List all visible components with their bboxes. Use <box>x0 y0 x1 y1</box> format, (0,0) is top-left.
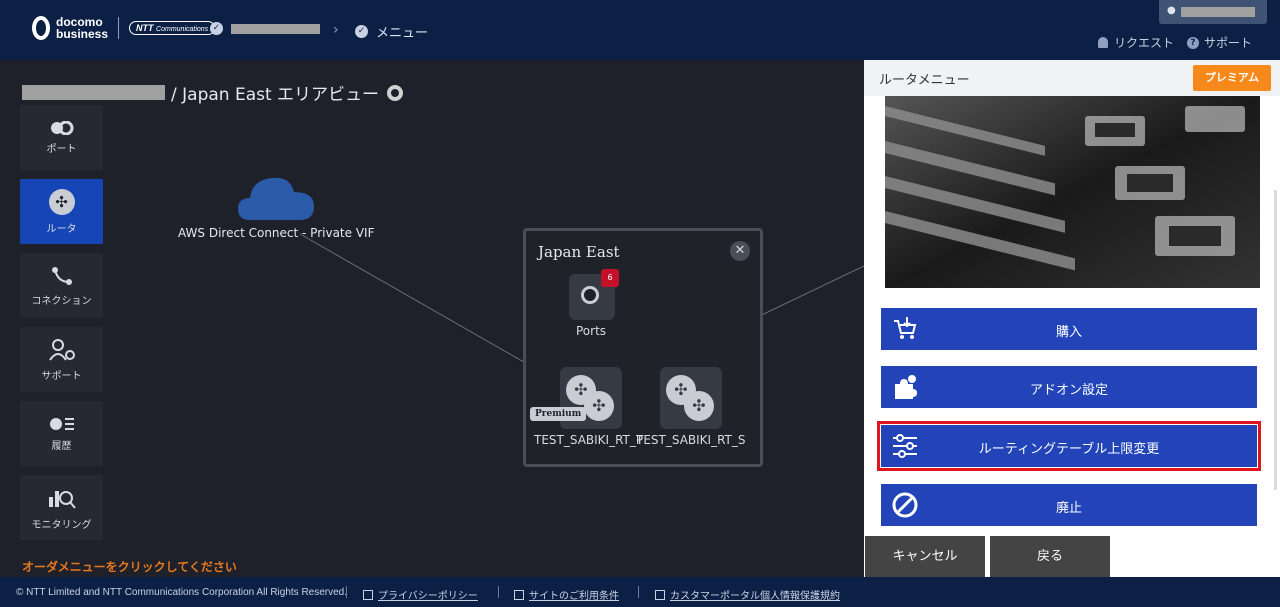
close-icon[interactable]: ✕ <box>730 241 750 261</box>
privacy-policy-link[interactable]: プライバシーポリシー <box>363 587 478 602</box>
sidebar-item-label: ポート <box>46 143 77 155</box>
terms-of-use-link[interactable]: サイトのご利用条件 <box>514 587 619 602</box>
redacted-user-name <box>1181 7 1255 17</box>
sidebar: ポート ✣ ルータ コネクション サポート 履歴 モニタリング <box>20 105 103 549</box>
port-ring-icon <box>581 286 599 304</box>
router2-label: TEST_SABIKI_RT_S <box>636 433 746 447</box>
router-menu-panel: ルータメニュー プレミアム 購入 アドオン設定 ルーティングテーブル上限変更 廃… <box>864 60 1280 577</box>
addon-settings-button[interactable]: アドオン設定 <box>881 366 1257 408</box>
sidebar-item-connection[interactable]: コネクション <box>20 253 103 318</box>
sidebar-item-label: サポート <box>41 370 82 382</box>
panel-title: ルータメニュー <box>879 73 970 88</box>
premium-tag: Premium <box>530 407 587 421</box>
help-icon: ? <box>1187 36 1199 49</box>
support-icon <box>48 338 75 361</box>
region-panel: Japan East ✕ 6 Ports ✣ ✣ Premium TEST_SA… <box>523 228 763 467</box>
router-icon: ✣ <box>684 391 714 421</box>
cloud-icon[interactable] <box>238 174 318 224</box>
routing-table-limit-button[interactable]: ルーティングテーブル上限変更 <box>877 421 1261 471</box>
footer-divider <box>638 586 639 598</box>
user-icon: ● <box>1167 5 1176 16</box>
ports-icon <box>50 120 73 135</box>
abolish-button[interactable]: 廃止 <box>881 484 1257 526</box>
purchase-button[interactable]: 購入 <box>881 308 1257 350</box>
panel-header: ルータメニュー プレミアム <box>864 60 1280 96</box>
cancel-button[interactable]: キャンセル <box>865 536 985 577</box>
panel-scrollbar[interactable] <box>1274 190 1277 490</box>
premium-button[interactable]: プレミアム <box>1193 65 1271 91</box>
request-link[interactable]: リクエスト <box>1098 34 1174 51</box>
router-icon: ✣ <box>584 391 614 421</box>
router-icon: ✣ <box>48 188 75 215</box>
connection-icon <box>51 266 72 285</box>
router1-label: TEST_SABIKI_RT_P <box>534 433 644 447</box>
back-button[interactable]: 戻る <box>990 536 1110 577</box>
footer-divider <box>498 586 499 598</box>
history-icon <box>49 417 74 430</box>
user-menu[interactable]: ● <box>1159 0 1267 24</box>
external-link-icon <box>363 589 373 600</box>
support-link[interactable]: ? サポート <box>1187 34 1252 51</box>
copyright: © NTT Limited and NTT Communications Cor… <box>16 587 348 598</box>
sidebar-item-router[interactable]: ✣ ルータ <box>20 179 103 244</box>
server-rack-image <box>885 96 1260 288</box>
router-node-secondary[interactable]: ✣ ✣ <box>660 367 722 429</box>
sidebar-item-support[interactable]: サポート <box>20 327 103 392</box>
ports-count-badge: 6 <box>601 269 619 287</box>
sidebar-item-label: コネクション <box>31 295 92 307</box>
sidebar-item-label: 履歴 <box>51 440 72 452</box>
sidebar-item-label: モニタリング <box>31 519 92 531</box>
personal-info-policy-link[interactable]: カスタマーポータル個人情報保護規約 <box>655 587 840 602</box>
external-link-icon <box>514 589 524 600</box>
ports-label: Ports <box>576 324 607 338</box>
footer-divider <box>346 586 347 598</box>
bell-icon <box>1098 37 1108 48</box>
external-link-icon <box>655 589 665 600</box>
sidebar-item-ports[interactable]: ポート <box>20 105 103 170</box>
sidebar-item-monitoring[interactable]: モニタリング <box>20 475 103 540</box>
monitoring-icon <box>48 490 76 509</box>
order-hint: オーダメニューをクリックしてください <box>22 560 237 574</box>
region-title: Japan East <box>538 243 620 261</box>
cloud-label: AWS Direct Connect - Private VIF <box>178 226 375 240</box>
footer: © NTT Limited and NTT Communications Cor… <box>0 577 1280 607</box>
sidebar-item-history[interactable]: 履歴 <box>20 401 103 466</box>
sidebar-item-label: ルータ <box>46 223 77 235</box>
